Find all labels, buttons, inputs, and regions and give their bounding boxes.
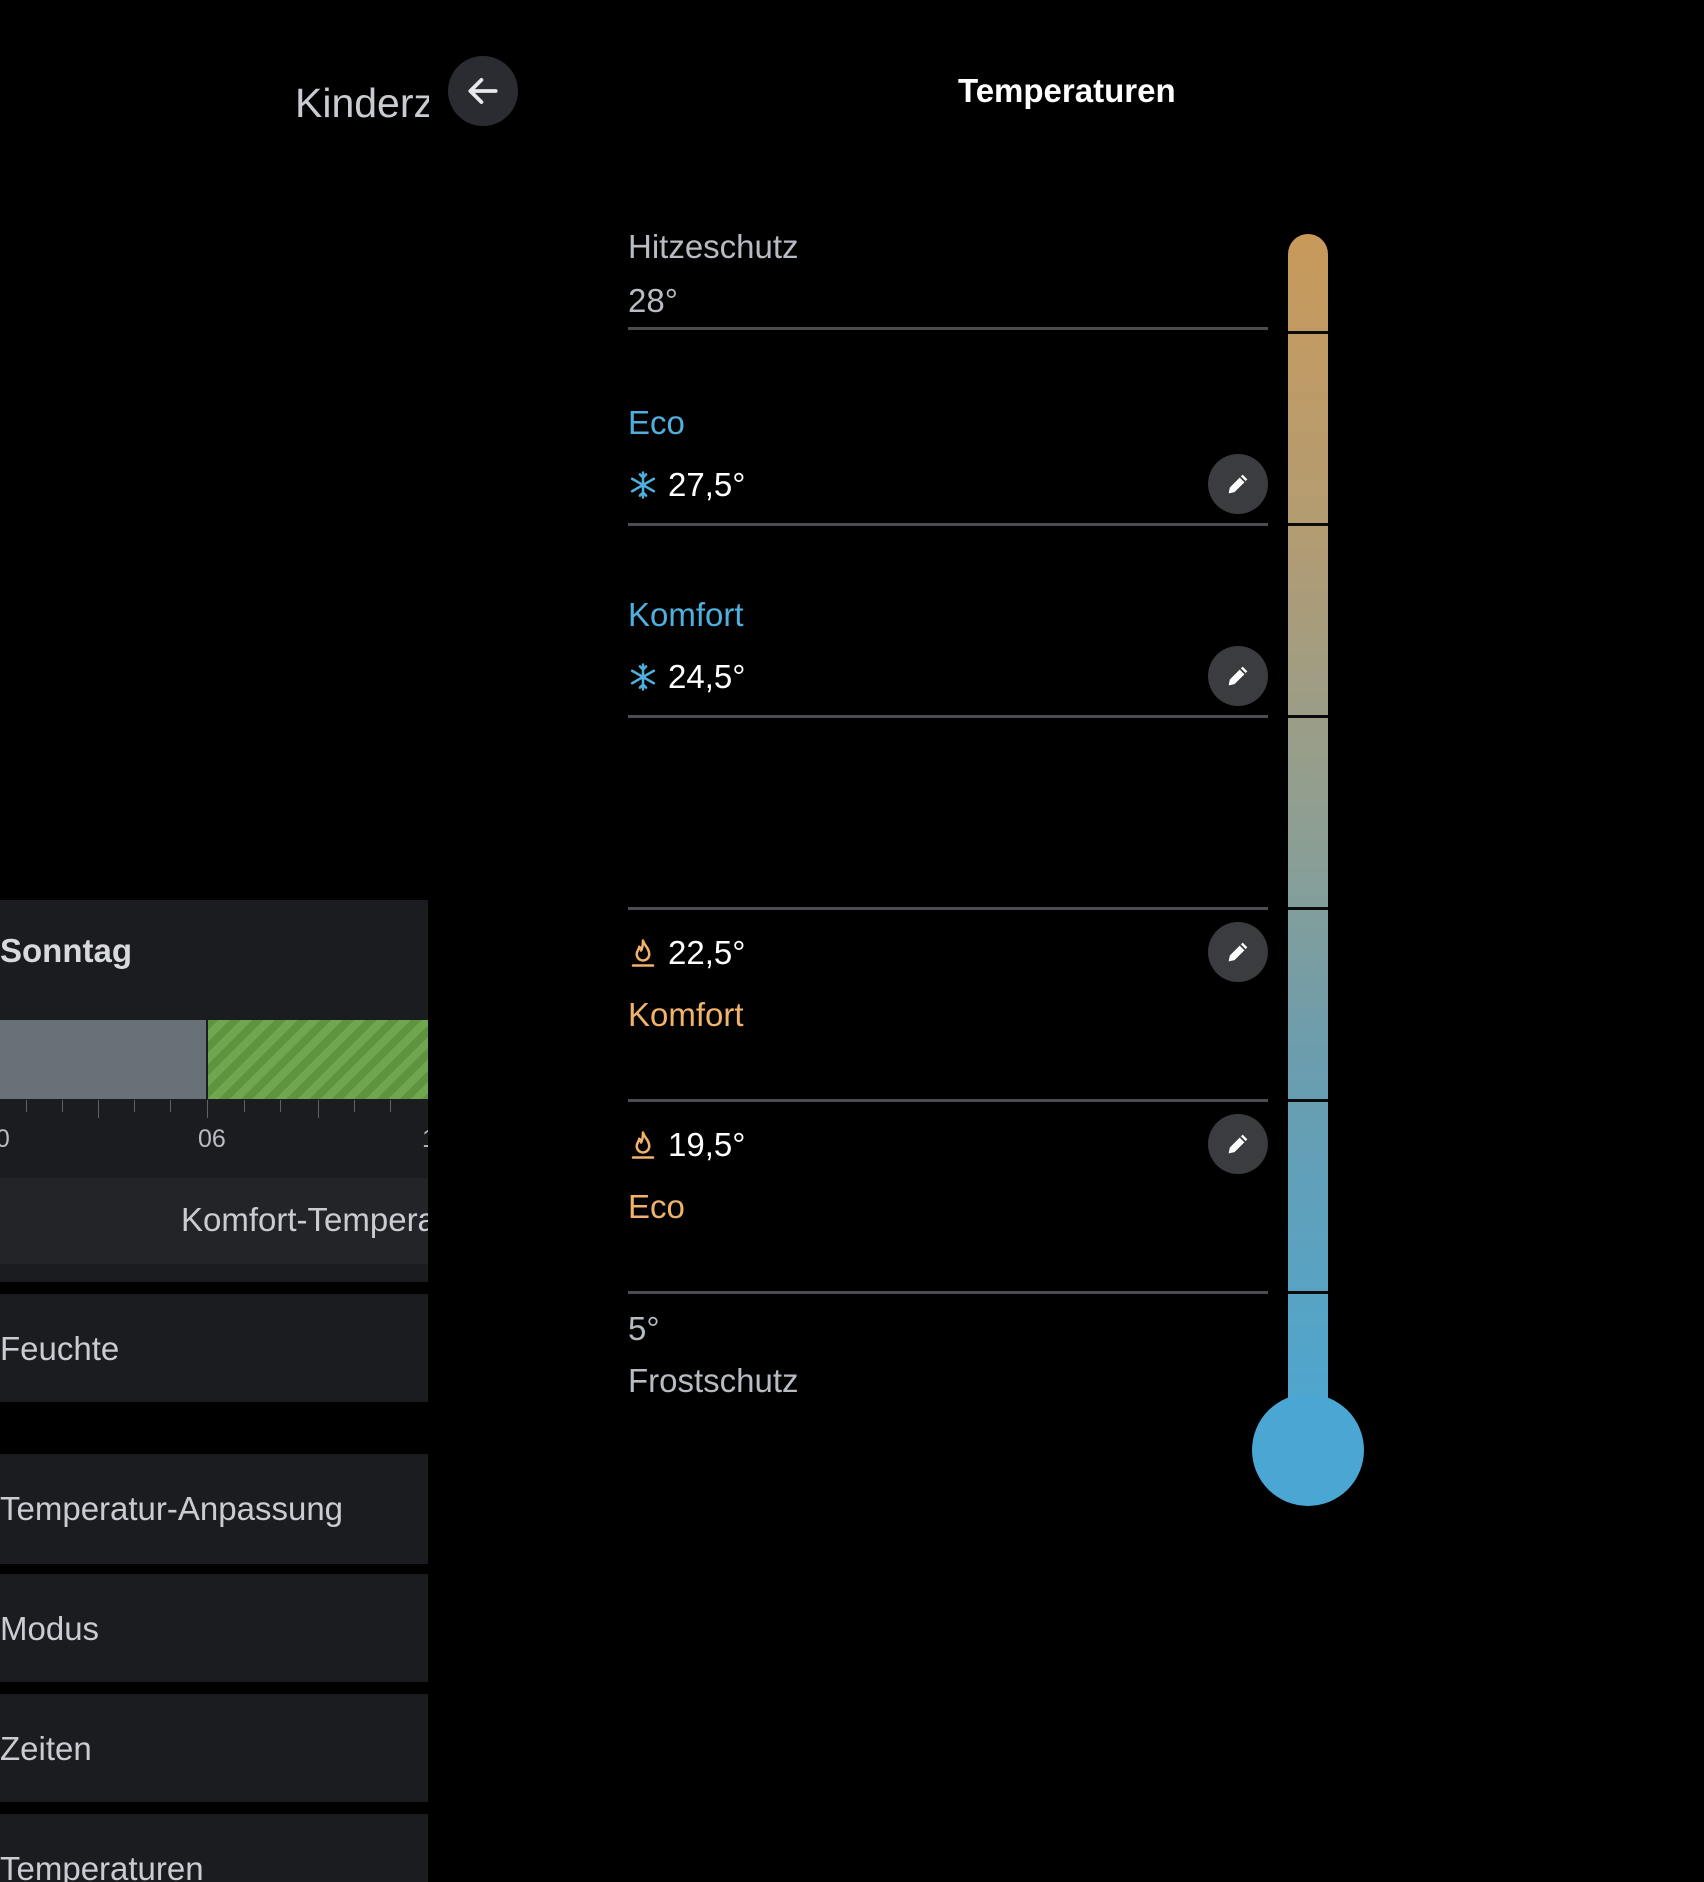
snowflake-icon: [630, 471, 656, 499]
thermometer-mark: [1288, 1099, 1328, 1102]
divider: [628, 907, 1268, 910]
edit-heat-eco-button[interactable]: [1208, 1114, 1268, 1174]
menu-item-label: Temperaturen: [0, 1850, 204, 1882]
divider: [628, 523, 1268, 526]
heat-comfort-label: Komfort: [628, 996, 744, 1033]
heat-protection-label: Hitzeschutz: [628, 228, 799, 265]
timeline-now-marker: [206, 1020, 208, 1099]
timeline-tick: [244, 1100, 245, 1112]
menu-item-zeiten[interactable]: Zeiten: [0, 1694, 428, 1802]
menu-item-label: Zeiten: [0, 1730, 92, 1767]
timeline-tick: [318, 1100, 319, 1118]
cool-eco-temp: 27,5°: [668, 466, 746, 503]
heat-comfort-temp: 22,5°: [668, 934, 746, 971]
thermometer-mark: [1288, 523, 1328, 526]
thermometer-bulb: [1252, 1394, 1364, 1506]
timeline-tick: [280, 1100, 281, 1112]
edit-heat-comfort-button[interactable]: [1208, 922, 1268, 982]
timeline-tick: [170, 1100, 171, 1112]
frost-protection-label: Frostschutz: [628, 1362, 799, 1399]
menu-item-label: Modus: [0, 1610, 100, 1647]
menu-item-temperatur-anpassung[interactable]: Temperatur-Anpassung: [0, 1454, 428, 1564]
cool-eco-value: 27,5°: [628, 466, 745, 504]
heat-comfort-value: 22,5°: [628, 934, 745, 972]
timeline-tick: [207, 1100, 208, 1118]
cool-comfort-value: 24,5°: [628, 658, 745, 696]
pencil-icon: [1228, 1134, 1248, 1154]
thermometer-mark: [1288, 1291, 1328, 1294]
thermometer-mark: [1288, 331, 1328, 334]
thermometer-tube: [1288, 234, 1328, 1414]
divider: [628, 327, 1268, 330]
arrow-left-icon: [468, 78, 498, 104]
pencil-icon: [1228, 942, 1248, 962]
heat-eco-value: 19,5°: [628, 1126, 745, 1164]
current-mode-label: Komfort-Temperatur: [181, 1201, 428, 1238]
divider: [628, 1099, 1268, 1102]
cool-eco-label: Eco: [628, 404, 685, 441]
divider: [628, 1291, 1268, 1294]
edit-cool-eco-button[interactable]: [1208, 454, 1268, 514]
menu-item-temperaturen[interactable]: Temperaturen: [0, 1814, 428, 1882]
menu-item-feuchte[interactable]: Feuchte: [0, 1294, 428, 1402]
schedule-day: Sonntag: [0, 932, 132, 969]
timeline-label: 00: [0, 1125, 10, 1153]
schedule-timeline[interactable]: [0, 1020, 428, 1099]
flame-icon: [631, 1131, 655, 1159]
heat-protection-temp: 28°: [628, 282, 678, 319]
cool-comfort-temp: 24,5°: [668, 658, 746, 695]
timeline-tick: [62, 1100, 63, 1112]
timeline-tick: [390, 1100, 391, 1112]
timeline-tick: [98, 1100, 99, 1118]
timeline-label: 12: [422, 1125, 428, 1154]
frost-protection-value: 5°: [628, 1310, 660, 1348]
current-mode-row: Komfort-Temperatur: [0, 1178, 428, 1264]
schedule-card: Sonntag 00 06 12 Komfort-Temperatur: [0, 900, 428, 1282]
timeline-tick: [26, 1100, 27, 1112]
heat-protection-value: 28°: [628, 282, 678, 320]
thermometer-mark: [1288, 715, 1328, 718]
heat-eco-label: Eco: [628, 1188, 685, 1225]
pencil-icon: [1228, 666, 1248, 686]
timeline-tick: [354, 1100, 355, 1112]
timeline-segment-comfort: [207, 1020, 428, 1099]
timeline-segment-default: [0, 1020, 207, 1099]
menu-item-label: Temperatur-Anpassung: [0, 1490, 344, 1527]
timeline-label: 06: [198, 1125, 226, 1153]
divider: [628, 715, 1268, 718]
snowflake-icon: [630, 663, 656, 691]
back-button[interactable]: [448, 56, 518, 126]
heat-eco-temp: 19,5°: [668, 1126, 746, 1163]
cool-comfort-label: Komfort: [628, 596, 744, 633]
timeline-tick: [134, 1100, 135, 1112]
thermometer-mark: [1288, 907, 1328, 910]
pencil-icon: [1228, 474, 1248, 494]
page-title: Temperaturen: [958, 72, 1176, 109]
edit-cool-comfort-button[interactable]: [1208, 646, 1268, 706]
menu-item-label: Feuchte: [0, 1330, 120, 1367]
flame-icon: [631, 939, 655, 967]
menu-item-modus[interactable]: Modus: [0, 1574, 428, 1682]
room-title: Kinderzimmer: [295, 80, 429, 126]
frost-protection-temp: 5°: [628, 1310, 660, 1347]
